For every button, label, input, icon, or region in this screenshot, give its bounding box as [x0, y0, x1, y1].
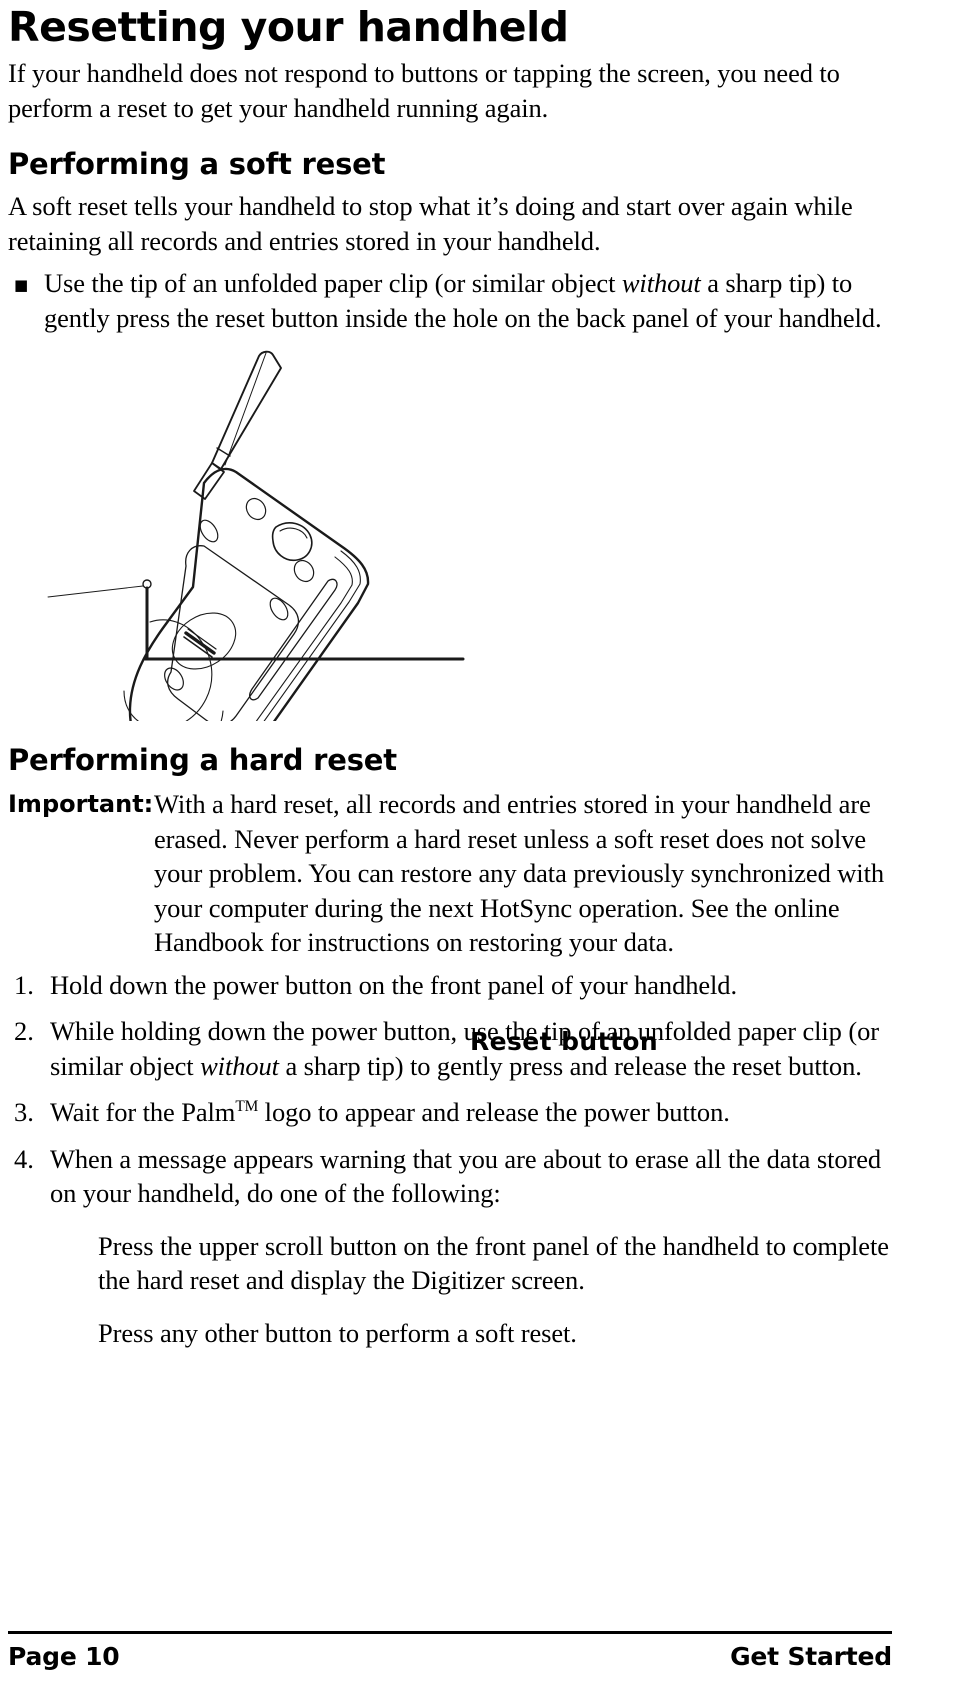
footer-row: Page 10 Get Started [8, 1642, 892, 1671]
reset-button-callout-label: Reset button [470, 1027, 659, 1056]
square-bullet-icon: ■ [14, 276, 29, 294]
step-number: 3. [14, 1097, 34, 1127]
important-label: Important: [8, 790, 154, 818]
page-title: Resetting your handheld [8, 3, 569, 51]
page-footer: Page 10 Get Started [8, 1631, 892, 1671]
section-heading-hard-reset: Performing a hard reset [8, 743, 397, 777]
sub-paragraph-upper-scroll: Press the upper scroll button on the fro… [98, 1230, 889, 1296]
soft-reset-bullet-text: Use the tip of an unfolded paper clip (o… [44, 266, 892, 335]
step-text: Wait for the PalmTM logo to appear and r… [50, 1095, 892, 1130]
trademark-symbol: TM [235, 1098, 259, 1116]
soft-reset-paragraph: A soft reset tells your handheld to stop… [8, 191, 853, 256]
list-item: 2. While holding down the power button, … [8, 1014, 892, 1083]
step-text: Hold down the power button on the front … [50, 968, 892, 1003]
page-content: Resetting your handheld If your handheld… [8, 0, 892, 1350]
sub-paragraph-any-button: Press any other button to perform a soft… [98, 1317, 577, 1348]
handheld-back-panel-icon [47, 350, 465, 721]
important-note: Important: With a hard reset, all record… [8, 787, 892, 960]
footer-section-name: Get Started [730, 1642, 892, 1671]
step-number: 4. [14, 1143, 34, 1174]
step-text-part-1: When a message appears warning that you … [50, 1143, 882, 1209]
step-text-part-2: logo to appear and release the power but… [258, 1097, 730, 1127]
soft-reset-bullet: ■ Use the tip of an unfolded paper clip … [14, 266, 892, 335]
footer-page-number: Page 10 [8, 1642, 120, 1671]
step-text: When a message appears warning that you … [50, 1142, 892, 1211]
step-number: 2. [14, 1016, 34, 1046]
bullet-text-italic: without [621, 268, 701, 298]
list-item: 4. When a message appears warning that y… [8, 1142, 892, 1211]
manual-page: Resetting your handheld If your handheld… [0, 0, 960, 1693]
handheld-illustration-figure: Reset button [8, 341, 892, 1056]
step-text-part-1: Wait for the Palm [50, 1097, 236, 1127]
intro-paragraph: If your handheld does not respond to but… [8, 58, 840, 123]
step-number: 1. [14, 969, 34, 1000]
list-item: 3. Wait for the PalmTM logo to appear an… [8, 1095, 892, 1130]
important-text: With a hard reset, all records and entri… [154, 789, 884, 957]
bullet-text-part-1: Use the tip of an unfolded paper clip (o… [44, 268, 622, 298]
hard-reset-steps-list: 1. Hold down the power button on the fro… [8, 968, 892, 1211]
footer-divider [8, 1631, 892, 1634]
list-item: 1. Hold down the power button on the fro… [8, 968, 892, 1003]
section-heading-soft-reset: Performing a soft reset [8, 147, 386, 181]
step-text-italic: without [200, 1050, 279, 1081]
step-text-part-1: Hold down the power button on the front … [50, 969, 737, 1000]
